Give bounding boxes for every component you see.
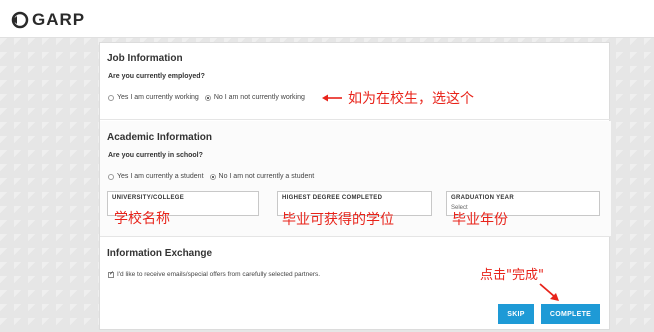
partner-offers-row: I'd like to receive emails/special offer… [108, 270, 320, 278]
degree-field-label: HIGHEST DEGREE COMPLETED [282, 195, 383, 201]
job-annotation-arrow [322, 94, 342, 102]
student-question: Are you currently in school? [108, 152, 203, 159]
student-yes-label[interactable]: Yes I am currently a student [117, 173, 204, 180]
student-no-label[interactable]: No I am not currently a student [219, 173, 315, 180]
garp-logo[interactable]: GARP [11, 10, 85, 30]
university-annotation: 学校名称 [114, 211, 170, 227]
year-annotation: 毕业年份 [452, 212, 508, 228]
partner-offers-checkbox[interactable] [108, 270, 114, 278]
student-no-radio[interactable] [209, 173, 216, 180]
job-information-section: Job Information Are you currently employ… [100, 43, 611, 120]
employed-yes-radio[interactable] [108, 94, 114, 101]
job-section-title: Job Information [107, 53, 183, 64]
employed-yes-label[interactable]: Yes I am currently working [117, 94, 199, 101]
garp-logo-icon [11, 11, 29, 29]
employed-no-radio[interactable] [204, 94, 211, 101]
info-exchange-title: Information Exchange [107, 248, 213, 259]
profile-form-card: Job Information Are you currently employ… [99, 42, 611, 330]
top-bar: GARP [0, 0, 654, 38]
academic-section-title: Academic Information [107, 132, 213, 143]
employed-question: Are you currently employed? [108, 73, 205, 80]
university-field-label: UNIVERSITY/COLLEGE [112, 195, 185, 201]
student-radio-group: Yes I am currently a student No I am not… [108, 173, 320, 180]
job-annotation: 如为在校生，选这个 [348, 91, 474, 107]
degree-annotation: 毕业可获得的学位 [282, 212, 394, 228]
complete-button[interactable]: COMPLETE [541, 304, 600, 324]
skip-button[interactable]: SKIP [498, 304, 534, 324]
logo-text: GARP [32, 10, 86, 29]
employed-radio-group: Yes I am currently working No I am not c… [108, 94, 311, 101]
student-yes-radio[interactable] [108, 173, 114, 180]
employed-no-label[interactable]: No I am not currently working [214, 94, 305, 101]
complete-annotation: 点击"完成" [480, 268, 544, 283]
graduation-year-label: GRADUATION YEAR [451, 195, 514, 201]
partner-offers-label[interactable]: I'd like to receive emails/special offer… [117, 271, 320, 278]
complete-annotation-arrow [539, 283, 559, 301]
